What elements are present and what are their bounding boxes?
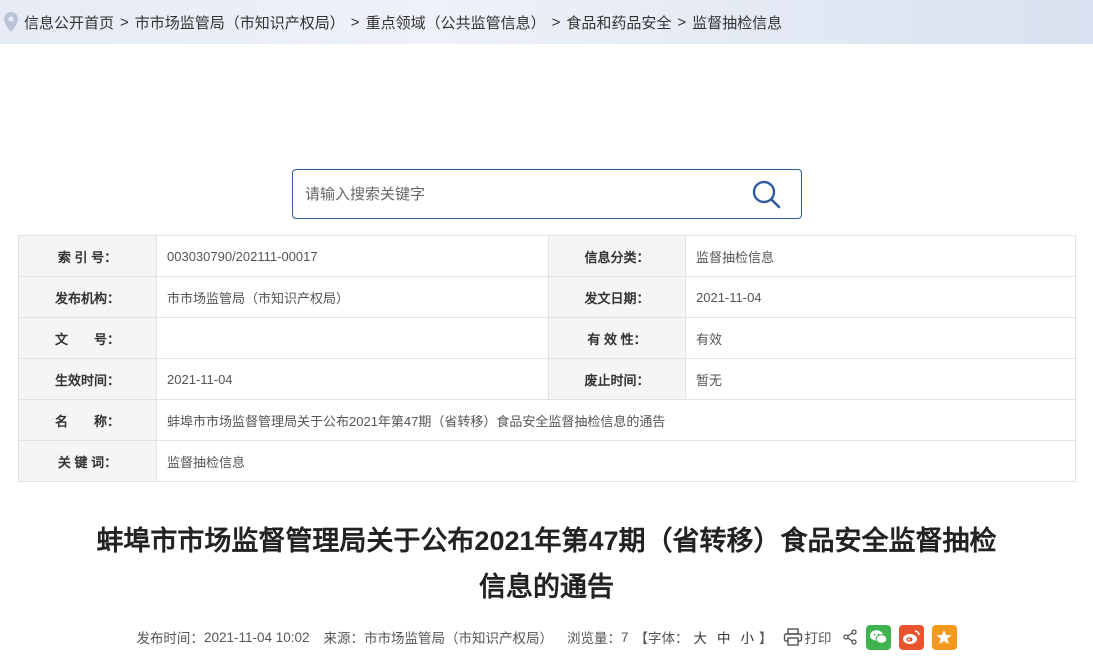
metadata-table: 索 引 号： 003030790/202111-00017 信息分类： 监督抽检… [18, 235, 1076, 482]
article-title-line: 蚌埠市市场监督管理局关于公布2021年第47期（省转移）食品安全监督抽检 [96, 526, 997, 556]
search-input[interactable] [293, 170, 731, 218]
validity-value: 有效 [685, 317, 1076, 359]
table-row: 索 引 号： 003030790/202111-00017 信息分类： 监督抽检… [18, 235, 1076, 277]
repeal-value: 暂无 [685, 358, 1076, 400]
effective-label: 生效时间： [18, 358, 157, 400]
name-label: 名 称： [18, 399, 157, 441]
search-box [292, 169, 802, 219]
share-wechat-button[interactable] [865, 624, 891, 650]
breadcrumb-separator: > [551, 13, 561, 31]
breadcrumb-home[interactable]: 信息公开首页 [24, 12, 114, 33]
breadcrumb: 信息公开首页 > 市市场监管局（市知识产权局） > 重点领域（公共监管信息） >… [0, 0, 1093, 44]
validity-label: 有 效 性： [548, 317, 686, 359]
issuer-label: 发布机构： [18, 276, 157, 318]
issue-date-label: 发文日期： [548, 276, 686, 318]
font-large-button[interactable]: 大 [694, 627, 708, 647]
issuer-value: 市市场监管局（市知识产权局） [156, 276, 549, 318]
source-value: 市市场监管局（市知识产权局） [364, 631, 554, 646]
category-value: 监督抽检信息 [685, 235, 1076, 277]
breadcrumb-separator: > [350, 13, 360, 31]
table-row: 发布机构： 市市场监管局（市知识产权局） 发文日期： 2021-11-04 [18, 276, 1076, 318]
print-label: 打印 [804, 631, 832, 646]
search-button[interactable] [731, 170, 801, 218]
share-button[interactable] [842, 629, 858, 645]
weibo-icon [902, 630, 920, 644]
print-button[interactable]: 打印 [783, 627, 832, 647]
share-icon [842, 629, 857, 645]
article-info-bar: 发布时间： 2021-11-04 10:02 来源： 市市场监管局（市知识产权局… [0, 624, 1093, 650]
publish-time-value: 2021-11-04 10:02 [203, 629, 310, 645]
breadcrumb-separator: > [120, 13, 129, 31]
doc-no-value [156, 317, 549, 359]
article-title-line: 信息的通告 [479, 572, 614, 602]
issue-date-value: 2021-11-04 [685, 276, 1076, 318]
location-pin-icon [4, 12, 18, 32]
category-label: 信息分类： [548, 235, 686, 277]
font-size-close: 】 [759, 631, 773, 646]
table-row: 生效时间： 2021-11-04 废止时间： 暂无 [18, 358, 1076, 400]
print-icon [783, 628, 802, 646]
table-row: 文 号： 有 效 性： 有效 [18, 317, 1076, 359]
breadcrumb-inspection[interactable]: 监督抽检信息 [692, 12, 782, 33]
index-label: 索 引 号： [18, 235, 157, 277]
breadcrumb-separator: > [677, 13, 687, 31]
doc-no-label: 文 号： [18, 317, 157, 359]
breadcrumb-bureau[interactable]: 市市场监管局（市知识产权局） [135, 12, 345, 33]
article-title: 蚌埠市市场监督管理局关于公布2021年第47期（省转移）食品安全监督抽检 信息的… [30, 518, 1063, 610]
index-value: 003030790/202111-00017 [156, 235, 549, 277]
table-row: 名 称： 蚌埠市市场监督管理局关于公布2021年第47期（省转移）食品安全监督抽… [18, 399, 1076, 441]
breadcrumb-key-areas[interactable]: 重点领域（公共监管信息） [366, 12, 546, 33]
share-weibo-button[interactable] [898, 624, 924, 650]
breadcrumb-food-drug[interactable]: 食品和药品安全 [566, 12, 671, 33]
font-size-open: 【字体： [634, 631, 689, 646]
views-value: 7 [621, 629, 629, 645]
repeal-label: 废止时间： [548, 358, 686, 400]
favorite-button[interactable] [931, 624, 957, 650]
keywords-value: 监督抽检信息 [156, 440, 1076, 482]
effective-value: 2021-11-04 [156, 358, 549, 400]
search-icon [752, 180, 781, 209]
font-medium-button[interactable]: 中 [717, 627, 731, 647]
publish-time-label: 发布时间： [136, 631, 204, 646]
table-row: 关 键 词： 监督抽检信息 [18, 440, 1076, 482]
wechat-icon [869, 630, 887, 644]
keywords-label: 关 键 词： [18, 440, 157, 482]
source-label: 来源： [323, 631, 365, 646]
font-small-button[interactable]: 小 [741, 627, 755, 647]
views-label: 浏览量： [567, 631, 622, 646]
star-icon [936, 630, 952, 644]
name-value: 蚌埠市市场监督管理局关于公布2021年第47期（省转移）食品安全监督抽检信息的通… [156, 399, 1076, 441]
